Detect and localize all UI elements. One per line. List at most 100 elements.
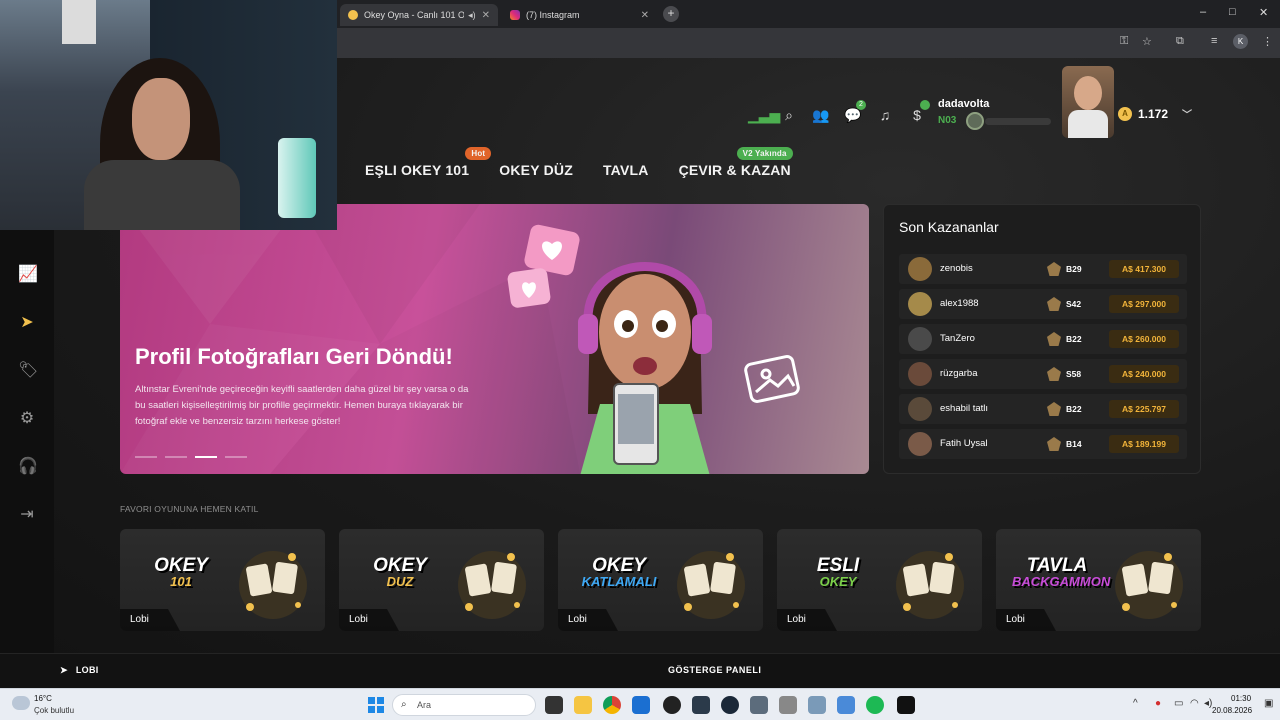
chat-icon[interactable]: 💬 2 xyxy=(844,100,866,124)
username[interactable]: dadavolta xyxy=(938,98,989,110)
user-avatar[interactable] xyxy=(1062,66,1114,138)
music-icon[interactable]: ♫ xyxy=(876,106,894,124)
snipping-tool-icon[interactable] xyxy=(808,696,826,714)
calculator-icon[interactable] xyxy=(750,696,768,714)
outlook-icon[interactable] xyxy=(632,696,650,714)
bookmark-star-icon[interactable]: ☆ xyxy=(1142,35,1152,48)
weather-temperature[interactable]: 16°C xyxy=(34,694,52,703)
winner-amount: A$ 240.000 xyxy=(1109,365,1179,383)
chevron-up-icon[interactable]: ^ xyxy=(1133,698,1138,709)
lobby-button[interactable]: Lobi xyxy=(120,609,180,631)
instagram-favicon-icon xyxy=(510,10,520,20)
game-card[interactable]: TAVLA BACKGAMMON Lobi xyxy=(996,529,1201,631)
stats-icon[interactable]: 📈 xyxy=(18,266,38,284)
maximize-button[interactable]: □ xyxy=(1229,6,1236,18)
app-icon[interactable] xyxy=(692,696,710,714)
webcam-overlay xyxy=(0,0,337,230)
lobby-button[interactable]: Lobi xyxy=(558,609,618,631)
friends-icon[interactable]: 👥 xyxy=(812,106,830,124)
key-icon[interactable]: ⚿ xyxy=(1120,35,1128,48)
winner-row[interactable]: rüzgarba S58 A$ 240.000 xyxy=(899,359,1187,389)
extensions-icon[interactable]: ⧉ xyxy=(1176,35,1184,48)
wifi-icon[interactable]: ◠ xyxy=(1190,698,1199,709)
dashboard-link[interactable]: GÖSTERGE PANELI xyxy=(668,665,761,675)
clock-date[interactable]: 20.08.2026 xyxy=(1212,706,1252,715)
carousel-dot[interactable] xyxy=(135,456,157,458)
settings-sliders-icon[interactable]: ⚙ xyxy=(18,410,36,428)
spotify-icon[interactable] xyxy=(866,696,884,714)
rank-badge-icon xyxy=(1047,332,1061,346)
carousel-dot-active[interactable] xyxy=(195,456,217,458)
minimize-button[interactable]: – xyxy=(1200,6,1206,18)
screen: Okey Oyna - Canlı 101 Okey ◂) ✕ (7) Inst… xyxy=(0,0,1280,720)
cloud-icon[interactable] xyxy=(12,696,30,710)
carousel-dot[interactable] xyxy=(225,456,247,458)
winner-avatar xyxy=(908,257,932,281)
notifications-icon[interactable]: ▣ xyxy=(1264,698,1273,709)
winner-row[interactable]: zenobis B29 A$ 417.300 xyxy=(899,254,1187,284)
tag-icon[interactable]: 🏷 xyxy=(18,362,38,380)
tab-instagram[interactable]: (7) Instagram ✕ xyxy=(502,4,657,26)
rank-badge-icon xyxy=(1047,262,1061,276)
microphone-app-icon[interactable] xyxy=(779,696,797,714)
lobby-link[interactable]: ➤ LOBI xyxy=(60,665,99,676)
close-window-button[interactable]: ✕ xyxy=(1259,6,1268,19)
nav-okey-duz[interactable]: OKEY DÜZ xyxy=(499,162,573,178)
game-card[interactable]: ESLI OKEY Lobi xyxy=(777,529,982,631)
close-tab-icon[interactable]: ✕ xyxy=(482,10,490,21)
winner-name: rüzgarba xyxy=(940,368,978,379)
task-view-icon[interactable] xyxy=(545,696,563,714)
tab-okey[interactable]: Okey Oyna - Canlı 101 Okey ◂) ✕ xyxy=(340,4,498,26)
app-icon[interactable] xyxy=(663,696,681,714)
speaker-icon[interactable]: ◂) xyxy=(468,10,476,21)
clock-time[interactable]: 01:30 xyxy=(1231,694,1251,703)
lobby-icon[interactable]: ➤ xyxy=(18,314,36,332)
lobby-button[interactable]: Lobi xyxy=(996,609,1056,631)
windows-start-icon[interactable] xyxy=(368,697,384,713)
promo-banner[interactable]: Profil Fotoğrafları Geri Döndü! Altınsta… xyxy=(120,204,869,474)
carousel-dot[interactable] xyxy=(165,456,187,458)
game-card[interactable]: OKEY DUZ Lobi xyxy=(339,529,544,631)
close-tab-icon[interactable]: ✕ xyxy=(641,10,649,21)
nav-cevir-kazan[interactable]: ÇEVIR & KAZAN V2 Yakında xyxy=(679,147,793,178)
new-tab-button[interactable]: + xyxy=(663,6,679,22)
winner-row[interactable]: TanZero B22 A$ 260.000 xyxy=(899,324,1187,354)
winner-name: eshabil tatlı xyxy=(940,403,989,414)
chevron-down-icon[interactable]: ﹀ xyxy=(1182,106,1192,121)
menu-icon[interactable]: ⋮ xyxy=(1262,35,1273,48)
nav-esli-okey-101[interactable]: EŞLI OKEY 101 Hot xyxy=(365,147,492,178)
game-name-line1: ESLI xyxy=(816,555,860,576)
winner-row[interactable]: eshabil tatlı B22 A$ 225.797 xyxy=(899,394,1187,424)
steam-icon[interactable] xyxy=(721,696,739,714)
lobby-button[interactable]: Lobi xyxy=(777,609,837,631)
nav-label: OKEY DÜZ xyxy=(499,162,573,178)
battery-icon[interactable]: ▭ xyxy=(1174,698,1183,709)
game-card[interactable]: OKEY KATLAMALI Lobi xyxy=(558,529,763,631)
reading-list-icon[interactable]: ≡ xyxy=(1211,35,1217,47)
winner-name: alex1988 xyxy=(940,298,979,309)
game-card[interactable]: OKEY 101 Lobi xyxy=(120,529,325,631)
notepad-icon[interactable] xyxy=(837,696,855,714)
logout-icon[interactable]: ⇥ xyxy=(18,506,36,524)
tab-title: (7) Instagram xyxy=(526,10,580,20)
file-explorer-icon[interactable] xyxy=(574,696,592,714)
support-headset-icon[interactable]: 🎧 xyxy=(18,458,38,476)
winner-level: B14 xyxy=(1066,439,1082,449)
profile-avatar[interactable]: K xyxy=(1233,34,1248,49)
app-icon[interactable] xyxy=(897,696,915,714)
wallet-icon[interactable]: $ xyxy=(908,100,930,124)
chrome-icon[interactable] xyxy=(603,696,621,714)
xp-progress-bar xyxy=(985,118,1051,125)
search-icon[interactable]: ⌕ xyxy=(780,106,798,124)
winner-row[interactable]: Fatih Uysal B14 A$ 189.199 xyxy=(899,429,1187,459)
nav-label: EŞLI OKEY 101 xyxy=(365,162,470,178)
taskbar-search[interactable]: ⌕ Ara xyxy=(392,694,536,716)
winner-level: B22 xyxy=(1066,334,1082,344)
weather-description[interactable]: Çok bulutlu xyxy=(34,706,74,715)
winner-row[interactable]: alex1988 S42 A$ 297.000 xyxy=(899,289,1187,319)
coin-balance[interactable]: A 1.172 ﹀ xyxy=(1118,106,1192,121)
image-upload-icon xyxy=(744,355,800,403)
lobby-button[interactable]: Lobi xyxy=(339,609,399,631)
microphone-icon[interactable]: ● xyxy=(1155,698,1161,709)
nav-tavla[interactable]: TAVLA xyxy=(603,162,649,178)
